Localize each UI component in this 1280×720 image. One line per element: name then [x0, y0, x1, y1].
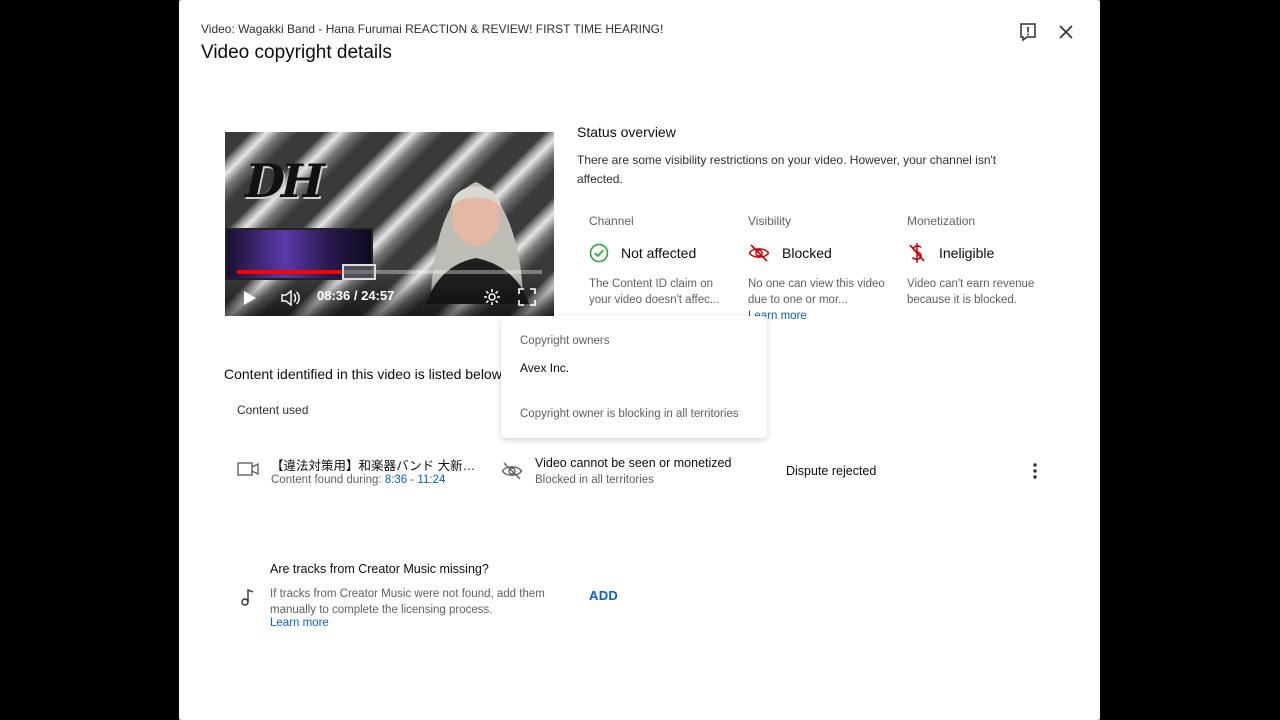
fullscreen-icon: [518, 288, 536, 306]
content-identified-heading: Content identified in this video is list…: [224, 366, 502, 382]
play-icon: [244, 291, 256, 305]
close-button[interactable]: [1054, 20, 1078, 44]
visibility-status-description: No one can view this video due to one or…: [748, 276, 888, 324]
channel-status: Channel Not affected The Content ID clai…: [589, 214, 729, 308]
claim-impact: Video cannot be seen or monetized: [535, 456, 732, 470]
close-icon: [1059, 25, 1073, 39]
copyright-owners-label: Copyright owners: [520, 335, 610, 347]
content-found-during: Content found during: 8:36 - 11:24: [271, 474, 445, 486]
dialog-title: Video copyright details: [201, 42, 392, 63]
copyright-owner-name: Avex Inc.: [520, 361, 570, 375]
visibility-status-text: No one can view this video due to one or…: [748, 278, 885, 306]
channel-status-label: Channel: [589, 214, 634, 228]
creator-music-description: If tracks from Creator Music were not fo…: [270, 588, 545, 616]
content-used-header: Content used: [237, 403, 309, 417]
copyright-owner-policy: Copyright owner is blocking in all terri…: [520, 408, 739, 420]
visibility-status: Visibility Blocked No one can view this …: [748, 214, 888, 324]
channel-logo: DH: [239, 154, 327, 208]
feedback-button[interactable]: [1016, 20, 1040, 44]
monetization-status-label: Monetization: [907, 214, 976, 228]
claimed-content-title[interactable]: 【違法対策用】和楽器バンド 大新年会2020 さいたまスーパーアリーナ: [271, 455, 487, 474]
creator-music-learn-more-link[interactable]: Learn more: [270, 617, 329, 629]
visibility-status-label: Visibility: [748, 214, 792, 228]
status-overview-heading: Status overview: [577, 124, 676, 140]
volume-icon: [281, 290, 300, 306]
monetization-status-value: Ineligible: [939, 245, 995, 261]
time-display: 08:36 / 24:57: [317, 288, 395, 303]
more-vert-icon: [1033, 463, 1037, 479]
dollar-off-icon: [909, 243, 925, 263]
gear-icon: [484, 289, 500, 305]
play-button[interactable]: [243, 290, 257, 306]
settings-button[interactable]: [483, 288, 501, 306]
progress-bar[interactable]: [237, 264, 542, 280]
creator-music-heading: Are tracks from Creator Music missing?: [270, 562, 489, 576]
check-circle-icon: [589, 243, 609, 263]
content-found-label: Content found during:: [271, 474, 382, 486]
channel-status-value: Not affected: [621, 245, 697, 261]
status-description: There are some visibility restrictions o…: [577, 153, 997, 186]
content-found-range-link[interactable]: 8:36 - 11:24: [385, 474, 446, 486]
copyright-owner-tooltip: Copyright owners Avex Inc. Copyright own…: [501, 316, 767, 438]
progress-fill: [237, 270, 343, 274]
video-camera-icon: [237, 462, 259, 476]
monetization-status-description: Video can't earn revenue because it is b…: [907, 278, 1035, 306]
video-player[interactable]: DH 08:36 / 24:57: [225, 132, 554, 316]
feedback-icon: [1020, 23, 1036, 42]
copyright-details-dialog: Video: Wagakki Band - Hana Furumai REACT…: [179, 0, 1100, 720]
progress-scrubber[interactable]: [342, 264, 377, 280]
add-tracks-button[interactable]: ADD: [589, 588, 618, 603]
eye-off-icon: [748, 244, 770, 262]
claim-impact-territories: Blocked in all territories: [535, 474, 654, 486]
fullscreen-button[interactable]: [518, 288, 536, 306]
channel-status-description: The Content ID claim on your video doesn…: [589, 278, 720, 306]
eye-off-icon: [501, 462, 523, 480]
volume-button[interactable]: [281, 290, 301, 306]
music-note-icon: [241, 588, 254, 606]
row-more-options-button[interactable]: [1025, 460, 1045, 482]
visibility-status-value: Blocked: [782, 245, 832, 261]
dispute-status: Dispute rejected: [786, 464, 877, 478]
video-title-label: Video: Wagakki Band - Hana Furumai REACT…: [201, 22, 664, 36]
monetization-status: Monetization Ineligible Video can't earn…: [907, 214, 1047, 308]
